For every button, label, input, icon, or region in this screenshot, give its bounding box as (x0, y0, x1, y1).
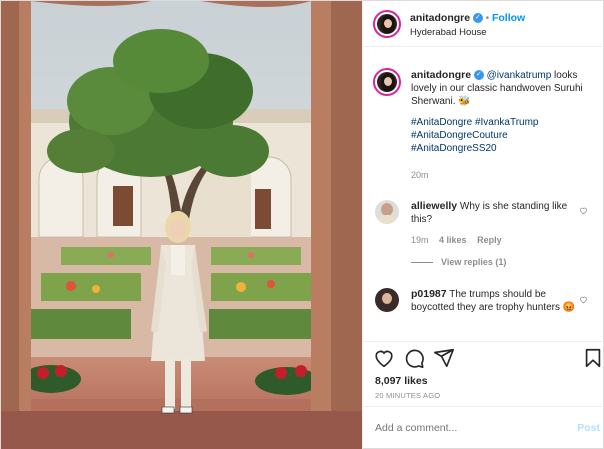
hashtag-link[interactable]: #AnitaDongreSS20 (411, 142, 597, 155)
header-title-row: anitadongre ✓ • Follow (410, 12, 525, 24)
caption-username[interactable]: anitadongre (411, 69, 471, 81)
hashtag-link[interactable]: #AnitaDongreCouture (411, 129, 597, 142)
author-avatar[interactable] (373, 10, 401, 38)
comment-time[interactable]: 19m (411, 235, 429, 245)
replies-divider (411, 262, 433, 263)
post-side-panel: anitadongre ✓ • Follow Hyderabad House a… (362, 1, 604, 449)
comment-item: p01987 The trumps should be boycotted th… (411, 288, 583, 314)
caption-mention[interactable]: @ivankatrump (487, 70, 552, 81)
like-heart-icon[interactable] (373, 347, 395, 369)
post-timestamp[interactable]: 20 MINUTES AGO (375, 391, 440, 400)
author-username[interactable]: anitadongre (410, 12, 470, 24)
comment-avatar[interactable] (375, 288, 399, 312)
comment-username[interactable]: p01987 (411, 288, 447, 300)
caption-verified-badge-icon: ✓ (473, 70, 484, 81)
hashtag-link[interactable]: #IvankaTrump (475, 117, 539, 128)
garden-scene-image (1, 1, 362, 449)
comment-item: alliewelly Why is she standing like this… (411, 200, 583, 226)
avatar-face (384, 19, 392, 28)
likes-count[interactable]: 8,097 likes (375, 375, 428, 387)
comment-input[interactable] (375, 419, 555, 437)
comment-username[interactable]: alliewelly (411, 200, 457, 212)
hashtag-link[interactable]: #AnitaDongre (411, 117, 472, 128)
share-paper-plane-icon[interactable] (433, 347, 455, 369)
verified-badge-icon: ✓ (472, 13, 483, 24)
comment-avatar-face (382, 293, 392, 304)
post-actions: 8,097 likes 20 MINUTES AGO (363, 341, 604, 405)
caption-block: anitadongre ✓ @ivankatrump looks lovely … (411, 69, 597, 182)
header-separator: • (485, 13, 490, 24)
avatar-photo (377, 14, 397, 34)
comment-likes[interactable]: 4 likes (439, 235, 467, 245)
post-photo[interactable] (1, 1, 362, 449)
caption-avatar-photo (377, 72, 397, 92)
comment-like-heart-icon[interactable] (579, 295, 588, 304)
follow-button[interactable]: Follow (492, 12, 525, 24)
save-bookmark-icon[interactable] (582, 347, 604, 369)
comment-meta: 19m 4 likes Reply (411, 235, 502, 245)
caption-avatar-face (384, 77, 392, 86)
comment-avatar-body (378, 215, 396, 224)
comment-like-heart-icon[interactable] (579, 206, 588, 215)
comments-area[interactable]: anitadongre ✓ @ivankatrump looks lovely … (363, 57, 604, 341)
caption-avatar[interactable] (373, 68, 401, 96)
comment-bubble-icon[interactable] (403, 347, 425, 369)
view-replies-button[interactable]: View replies (1) (441, 257, 506, 267)
comment-reply-button[interactable]: Reply (477, 235, 502, 245)
add-comment-bar: Post (363, 406, 604, 449)
caption-time[interactable]: 20m (411, 169, 597, 182)
caption-hashtags: #AnitaDongre #IvankaTrump #AnitaDongreCo… (411, 116, 597, 155)
post-header: anitadongre ✓ • Follow Hyderabad House (363, 1, 604, 47)
comment-avatar[interactable] (375, 200, 399, 224)
post-comment-button[interactable]: Post (577, 422, 600, 434)
instagram-post: anitadongre ✓ • Follow Hyderabad House a… (0, 0, 604, 449)
post-location[interactable]: Hyderabad House (410, 27, 487, 38)
